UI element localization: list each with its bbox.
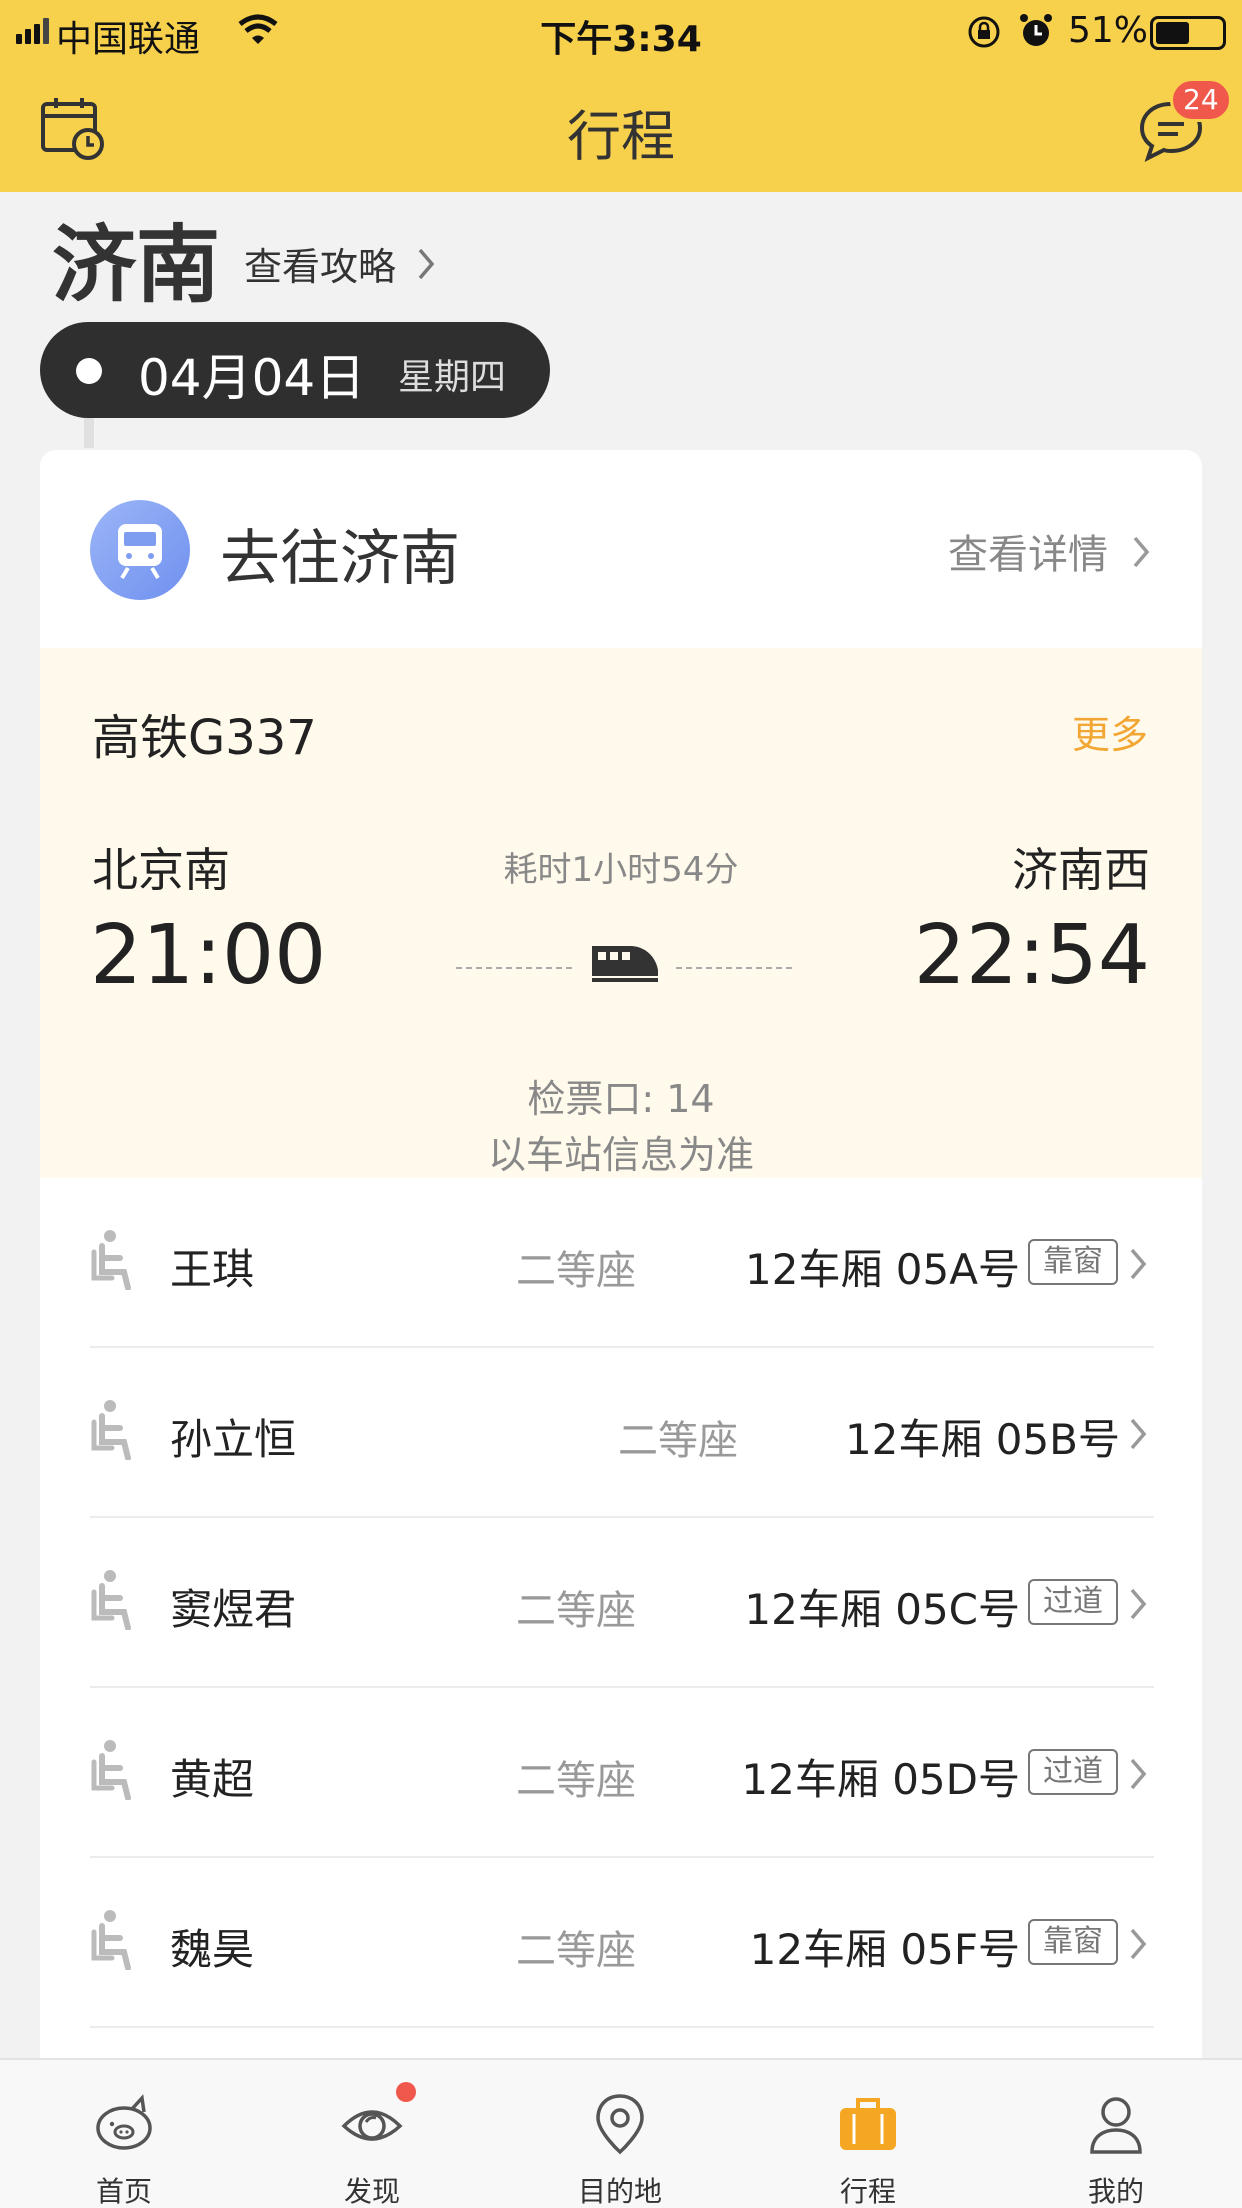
ticket-gate: 检票口: 14 [527,1077,715,1121]
chevron-right-icon [1128,1756,1148,1796]
seat-icon [90,1568,136,1634]
status-time: 下午3:34 [540,19,702,60]
timeline-line [84,418,94,448]
eye-icon [341,2110,403,2141]
trip-title: 去往济南 [220,524,460,594]
tab-profile[interactable]: 我的 [992,2060,1240,2208]
row-divider [90,2026,1154,2028]
nav-header: 行程 24 [0,64,1242,192]
seat-number: 12车厢 05A号 [745,1245,1020,1294]
high-speed-train-icon [592,946,658,982]
departure-time: 21:00 [90,908,327,1003]
detail-chevron-icon [1133,536,1150,568]
passenger-name: 窦煜君 [170,1585,297,1634]
seat-position-tag: 靠窗 [1028,1919,1118,1965]
tab-label: 首页 [95,2175,152,2208]
tab-itinerary[interactable]: 行程 [744,2060,992,2208]
seat-position-tag: 过道 [1028,1579,1118,1625]
tab-label: 我的 [1087,2175,1144,2208]
train-info-panel[interactable]: 高铁G337 更多 北京南 21:00 耗时1小时54分 济南西 22:54 检… [40,648,1202,1178]
rotation-lock-icon [968,16,1000,48]
passenger-row[interactable]: 孙立恒 二等座 12车厢 05B号 [40,1348,1202,1518]
status-bar: 中国联通 下午3:34 51% [0,0,1242,64]
seat-number: 12车厢 05F号 [749,1925,1020,1974]
passenger-row[interactable]: 王琪 二等座 12车厢 05A号 靠窗 [40,1178,1202,1348]
timeline-dot [76,358,102,384]
trip-card: 去往济南 查看详情 高铁G337 更多 北京南 21:00 耗时1小时54分 济… [40,450,1202,2208]
page-title: 行程 [567,105,675,168]
passenger-row[interactable]: 黄超 二等座 12车厢 05D号 过道 [40,1688,1202,1858]
tab-home[interactable]: 首页 [0,2060,248,2208]
seat-position-tag: 过道 [1028,1749,1118,1795]
tab-label: 目的地 [577,2175,662,2208]
chevron-right-icon [1128,1926,1148,1966]
passenger-name: 黄超 [170,1755,255,1804]
guide-link[interactable]: 查看攻略 [244,236,396,292]
seat-number: 12车厢 05D号 [741,1755,1020,1804]
battery-percent: 51% [1068,10,1149,51]
train-number: 高铁G337 [92,710,317,766]
seat-position-tag: 靠窗 [1028,1239,1118,1285]
passenger-name: 魏昊 [170,1925,255,1974]
seat-class: 二等座 [516,1248,636,1294]
seat-number: 12车厢 05C号 [744,1585,1020,1634]
train-badge-icon [90,500,190,600]
arrival-station: 济南西 [1012,843,1150,897]
person-icon [1090,2097,1142,2154]
location-pin-icon [596,2094,644,2155]
message-badge: 24 [1170,78,1232,122]
seat-class: 二等座 [516,1588,636,1634]
seat-icon [90,1738,136,1804]
passenger-name: 孙立恒 [170,1415,297,1464]
more-button[interactable]: 更多 [1072,704,1148,759]
chevron-right-icon [1128,1246,1148,1286]
battery-icon [1150,16,1226,50]
passenger-name: 王琪 [170,1245,255,1294]
battery-level [1156,22,1189,44]
seat-class: 二等座 [516,1758,636,1804]
seat-class: 二等座 [618,1418,738,1464]
tab-label: 行程 [839,2175,896,2208]
guide-link-label: 查看攻略 [244,245,397,289]
passenger-row[interactable]: 魏昊 二等座 12车厢 05F号 靠窗 [40,1858,1202,2028]
view-detail-link[interactable]: 查看详情 [948,522,1108,580]
arrival-time: 22:54 [913,908,1150,1003]
passenger-row[interactable]: 窦煜君 二等座 12车厢 05C号 过道 [40,1518,1202,1688]
seat-icon [90,1908,136,1974]
trip-weekday: 星期四 [398,357,507,398]
chevron-right-icon [1128,1586,1148,1626]
seat-class: 二等座 [516,1928,636,1974]
bottom-tab-bar: 首页 发现 目的地 行程 我的 [0,2058,1242,2208]
seat-icon [90,1228,136,1294]
discover-dot [396,2082,416,2102]
pig-icon [96,2094,152,2150]
tab-discover[interactable]: 发现 [248,2060,496,2208]
gate-note: 以车站信息为准 [487,1133,754,1177]
trip-date: 04月04日 [138,349,366,407]
tab-destination[interactable]: 目的地 [496,2060,744,2208]
guide-chevron-icon [418,248,435,280]
alarm-icon [1020,14,1052,46]
tab-label: 发现 [343,2175,400,2208]
seat-number: 12车厢 05B号 [844,1415,1120,1464]
route-line-right [676,967,792,969]
date-pill: 04月04日 星期四 [40,322,550,418]
route-line-left [456,967,572,969]
seat-icon [90,1398,136,1464]
chevron-right-icon [1128,1416,1148,1456]
suitcase-icon [840,2098,896,2150]
city-title: 济南 [52,216,221,314]
